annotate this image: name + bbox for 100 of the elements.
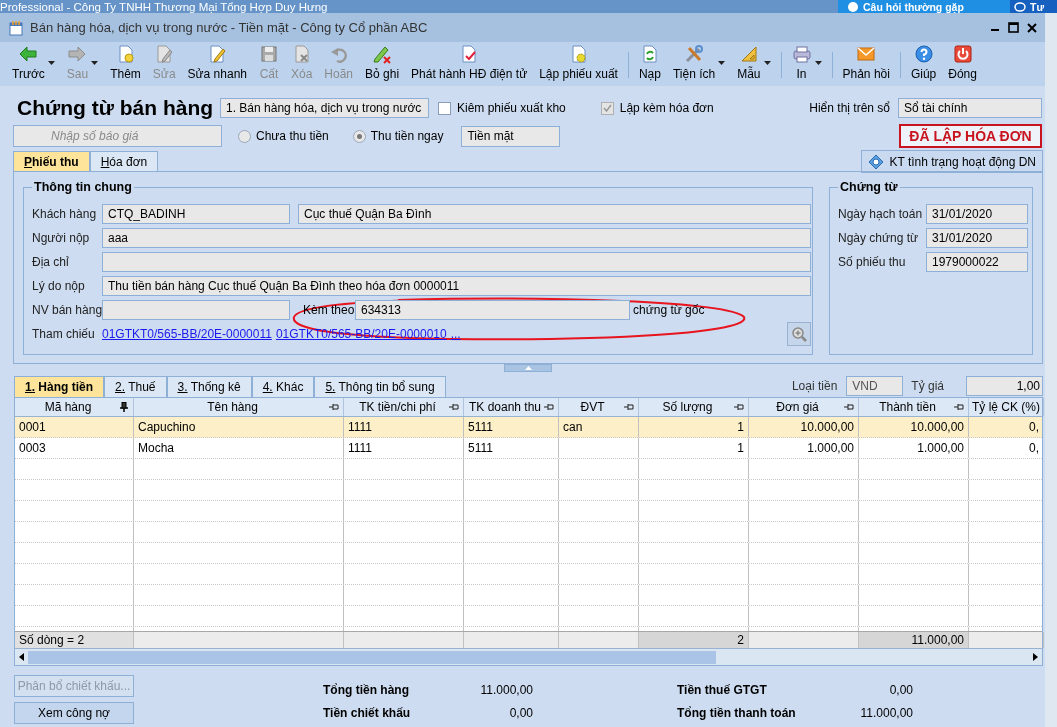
field-label: Lý do nộp: [32, 279, 86, 293]
chat-icon: [1014, 1, 1026, 12]
table-cell: 0,: [969, 438, 1042, 458]
toolbar-button[interactable]: Giúp: [909, 46, 938, 86]
exchange-rate-field[interactable]: 1,00: [966, 375, 1043, 396]
field-label: Hiển thị trên sổ: [809, 101, 890, 115]
tab[interactable]: Hóa đơn: [89, 151, 159, 171]
column-header[interactable]: Tỷ lệ CK (%): [969, 398, 1044, 416]
radio-label: Thu tiền ngay: [370, 129, 444, 143]
page-title: Chứng từ bán hàng: [16, 96, 215, 120]
toolbar-button[interactable]: Nạp: [637, 46, 662, 86]
column-header[interactable]: Tên hàng: [134, 398, 344, 416]
field-label: Khách hàng: [32, 207, 98, 221]
tab[interactable]: Phiếu thu: [13, 151, 90, 171]
column-header[interactable]: Đơn giá: [749, 398, 859, 416]
table-cell: Capuchino: [134, 417, 344, 437]
scrollbar-thumb[interactable]: [28, 650, 716, 664]
column-header[interactable]: Mã hàng: [15, 398, 134, 416]
splitter-handle[interactable]: [504, 364, 552, 372]
text-field[interactable]: Cục thuế Quận Ba Đình: [298, 204, 811, 224]
up-caret-icon: [524, 366, 532, 370]
toolbar-button[interactable]: Mẫu: [736, 46, 772, 86]
checkbox-label: Lập kèm hóa đơn: [619, 101, 714, 115]
currency-field[interactable]: VND: [846, 375, 904, 396]
total-label: Tiền chiết khấu: [323, 705, 412, 720]
pencil-document-icon: [207, 44, 228, 64]
column-header[interactable]: Số lượng: [639, 398, 749, 416]
text-field[interactable]: 1979000022: [926, 252, 1028, 272]
toolbar-button[interactable]: Tiện ích: [671, 46, 727, 86]
table-cell: 1111: [344, 417, 464, 437]
tools-icon: [684, 44, 705, 64]
tab[interactable]: 3. Thống kê: [166, 376, 252, 397]
field-label: Tỷ giá: [911, 378, 944, 393]
radio-button[interactable]: [352, 129, 366, 143]
toolbar-button[interactable]: Trước: [11, 46, 56, 86]
toolbar-button[interactable]: Phát hành HĐ điện tử: [410, 46, 529, 86]
notepad-icon: [8, 19, 24, 36]
field-label: Loại tiền: [791, 378, 838, 393]
support-button[interactable]: Tư: [1010, 0, 1057, 13]
radio-label: Chưa thu tiền: [256, 129, 329, 143]
table-cell: 1.000,00: [859, 438, 969, 458]
toolbar-button[interactable]: Đóng: [947, 46, 978, 86]
tab[interactable]: 4. Khác: [251, 376, 315, 397]
summary-cell: 2: [639, 632, 749, 648]
field-label: Ngày hạch toán: [838, 207, 924, 221]
quote-number-field[interactable]: Nhập số báo giá: [13, 125, 222, 147]
dropdown-field[interactable]: 1. Bán hàng hóa, dịch vụ trong nước: [220, 98, 429, 118]
toolbar-button[interactable]: Bỏ ghi: [364, 46, 401, 86]
text-field[interactable]: aaa: [102, 228, 811, 248]
toolbar-button[interactable]: Lập phiếu xuất: [538, 46, 619, 86]
text-field[interactable]: CTQ_BADINH: [102, 204, 290, 224]
zoom-button[interactable]: [787, 322, 811, 346]
check-status-button[interactable]: KT tình trạng hoạt động DN: [861, 150, 1043, 173]
edit-document-icon: [154, 44, 175, 64]
total-value: 0,00: [888, 682, 913, 697]
tab[interactable]: 1. Hàng tiền: [14, 376, 105, 397]
reference-link[interactable]: 01GTKT0/565-BB/20E-0000011: [102, 327, 272, 341]
column-header[interactable]: TK doanh thu: [464, 398, 559, 416]
scroll-left-icon[interactable]: [19, 653, 24, 661]
toolbar-button[interactable]: Thêm: [109, 46, 142, 86]
toolbar-button[interactable]: In: [790, 46, 823, 86]
maximize-icon[interactable]: [1008, 22, 1019, 33]
app-title: Professional - Công Ty TNHH Thương Mại Tổng Hợp Duy Hưng: [0, 0, 329, 13]
column-header[interactable]: ĐVT: [559, 398, 639, 416]
toolbar-button[interactable]: Phản hồi: [841, 46, 891, 86]
table-cell: 0003: [15, 438, 134, 458]
column-header[interactable]: TK tiền/chi phí: [344, 398, 464, 416]
table-cell: 10.000,00: [859, 417, 969, 437]
text-field[interactable]: 634313: [355, 300, 630, 320]
text-field[interactable]: Thu tiền bán hàng Cục thuế Quận Ba Đình theo hóa đơn 0000011: [102, 276, 811, 296]
scroll-right-icon[interactable]: [1033, 653, 1038, 661]
action-button[interactable]: Xem công nợ: [14, 702, 134, 724]
radio-button[interactable]: [238, 129, 251, 143]
field-label: NV bán hàng: [32, 303, 102, 317]
table-cell: 5111: [464, 417, 559, 437]
text-field[interactable]: [102, 300, 290, 320]
text-field[interactable]: [102, 252, 811, 272]
tab[interactable]: 2. Thuế: [104, 376, 167, 397]
table-cell: 0001: [15, 417, 134, 437]
back-arrow-icon: [18, 44, 39, 64]
checkbox[interactable]: [438, 101, 451, 115]
group-title: Chứng từ: [839, 180, 899, 194]
field-label: Số phiếu thu: [838, 255, 907, 269]
table-cell: 5111: [464, 438, 559, 458]
table-cell: 0,: [969, 417, 1042, 437]
dropdown-field[interactable]: Tiền mặt: [461, 125, 561, 147]
column-header[interactable]: Thành tiền: [859, 398, 969, 416]
tab[interactable]: 5. Thông tin bổ sung: [314, 376, 446, 397]
toolbar-button[interactable]: Sửa nhanh: [186, 46, 248, 86]
total-value: 0,00: [508, 705, 533, 720]
power-icon: [952, 44, 973, 64]
close-icon[interactable]: [1027, 22, 1037, 33]
pencil-icon: [372, 44, 393, 64]
table-cell: 1.000,00: [749, 438, 859, 458]
reference-link[interactable]: ...: [450, 327, 461, 341]
text-field[interactable]: 31/01/2020: [926, 204, 1028, 224]
group-title: Thông tin chung: [33, 180, 133, 194]
text-field[interactable]: 31/01/2020: [926, 228, 1028, 248]
summary-cell: 11.000,00: [859, 632, 969, 648]
dropdown-field[interactable]: Sổ tài chính: [898, 98, 1042, 118]
